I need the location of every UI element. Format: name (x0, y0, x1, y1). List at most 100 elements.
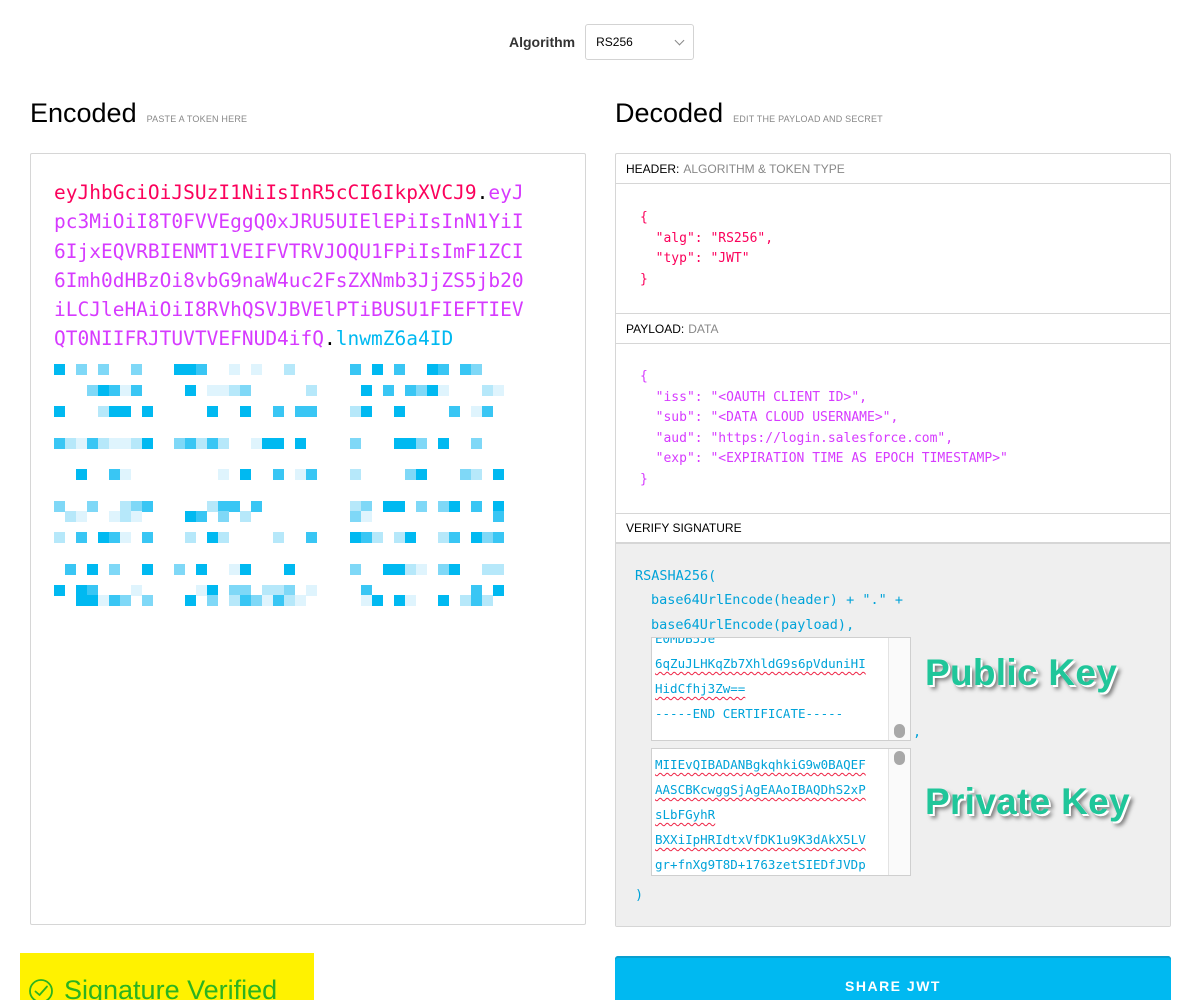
redaction-pixel (405, 595, 416, 606)
redaction-pixel (482, 595, 493, 606)
redaction-pixel (427, 385, 438, 396)
redaction-pixel (120, 501, 131, 512)
private-key-textarea[interactable]: MIIEvQIBADANBgkqhkiG9w0BAQEF AASCBKcwggS… (651, 748, 911, 876)
redaction-pixel (120, 595, 131, 606)
public-key-line: E0MDB5Je (655, 637, 716, 646)
payload-section-label: PAYLOAD: (626, 321, 685, 336)
redaction-pixel (394, 501, 405, 512)
token-dot: . (476, 181, 489, 204)
json-key: "exp" (655, 451, 695, 467)
public-key-scrollbar[interactable] (888, 638, 910, 740)
redaction-pixel (207, 406, 218, 417)
redaction-pixel (482, 532, 493, 543)
public-key-line: -----END CERTIFICATE----- (655, 706, 844, 721)
json-comma: , (765, 230, 774, 246)
redaction-pixel (240, 385, 251, 396)
payload-json-editor[interactable]: { "iss": "<OAUTH CLIENT ID>", "sub": "<D… (640, 367, 1008, 491)
redaction-pixel (207, 585, 218, 596)
redaction-pixel (87, 564, 98, 575)
algorithm-label: Algorithm (509, 34, 576, 50)
json-key: "alg" (655, 230, 695, 246)
redaction-pixel (185, 364, 196, 375)
redaction-pixel (493, 532, 504, 543)
redaction-pixel (120, 511, 131, 522)
private-key-scrollbar[interactable] (888, 749, 910, 875)
redaction-pixel (405, 532, 416, 543)
redaction-pixel (438, 364, 449, 375)
redaction-pixel (54, 438, 65, 449)
redaction-pixel (405, 469, 416, 480)
redaction-pixel (482, 385, 493, 396)
encoded-token-editor[interactable]: eyJhbGciOiJSUzI1NiIsInR5cCI6IkpXVCJ9.eyJ… (30, 153, 586, 925)
redaction-pixel (493, 585, 504, 596)
json-comma: , (890, 410, 899, 426)
redaction-pixel (482, 406, 493, 417)
redaction-pixel (142, 595, 153, 606)
redaction-pixel (405, 385, 416, 396)
redaction-pixel (76, 585, 87, 596)
redaction-pixel (471, 364, 482, 375)
redaction-pixel (471, 595, 482, 606)
encoded-token[interactable]: eyJhbGciOiJSUzI1NiIsInR5cCI6IkpXVCJ9.eyJ… (54, 178, 524, 354)
redaction-pixel (196, 438, 207, 449)
algorithm-selector: Algorithm RS256 (509, 24, 695, 60)
redaction-pixel (229, 564, 240, 575)
signature-status-text: Signature Verified (64, 975, 278, 1000)
redaction-pixel (350, 406, 361, 417)
redaction-pixel (229, 364, 240, 375)
scrollbar-thumb[interactable] (894, 724, 905, 738)
algorithm-selected-value: RS256 (596, 35, 633, 49)
redaction-pixel (65, 564, 76, 575)
redaction-pixel (120, 438, 131, 449)
redaction-pixel (109, 438, 120, 449)
verify-comma: , (913, 724, 922, 740)
redaction-pixel (394, 564, 405, 575)
header-json-editor[interactable]: { "alg": "RS256", "typ": "JWT"} (640, 208, 773, 290)
redaction-pixel (350, 501, 361, 512)
share-jwt-button[interactable]: SHARE JWT (615, 956, 1171, 1000)
token-header-part: eyJhbGciOiJSUzI1NiIsInR5cCI6IkpXVCJ9 (54, 181, 477, 204)
encoded-subtitle: PASTE A TOKEN HERE (146, 114, 248, 124)
decoded-title: Decoded (615, 98, 724, 128)
redaction-pixel (240, 511, 251, 522)
redaction-pixel (131, 511, 142, 522)
redaction-pixel (471, 585, 482, 596)
redaction-pixel (76, 438, 87, 449)
redaction-pixel (493, 469, 504, 480)
algorithm-dropdown[interactable]: RS256 (585, 24, 695, 60)
redaction-pixel (251, 438, 262, 449)
json-brace: { (640, 210, 648, 225)
redaction-pixel (218, 511, 229, 522)
redaction-pixel (76, 469, 87, 480)
redaction-pixel (196, 585, 207, 596)
json-separator: : (694, 430, 711, 446)
redaction-pixel (185, 511, 196, 522)
redaction-pixel (284, 364, 295, 375)
redaction-pixel (361, 595, 372, 606)
private-key-line: gr+fnXg9T8D+1763zetSIEDfJVDp (655, 857, 866, 872)
scrollbar-thumb[interactable] (894, 751, 905, 765)
chevron-down-icon (674, 35, 685, 45)
json-value: "https://login.salesforce.com" (710, 430, 946, 446)
token-signature-part: lnwmZ6a4ID (335, 327, 454, 351)
public-key-textarea[interactable]: E0MDB5Je 6qZuJLHKqZb7XhldG9s6pVduniHI Hi… (651, 637, 911, 741)
redaction-pixel (185, 595, 196, 606)
redaction-pixel (306, 406, 317, 417)
redaction-pixel (109, 469, 120, 480)
redaction-pixel (438, 385, 449, 396)
redaction-pixel (207, 438, 218, 449)
redaction-pixel (460, 595, 471, 606)
redaction-pixel (142, 564, 153, 575)
verify-line-header: base64UrlEncode(header) + "." + (651, 592, 903, 608)
json-value: "<EXPIRATION TIME AS EPOCH TIMESTAMP>" (710, 451, 1008, 467)
json-key: "sub" (655, 410, 695, 426)
redaction-pixel (87, 595, 98, 606)
redaction-pixel (471, 532, 482, 543)
redaction-pixel (438, 438, 449, 449)
redaction-pixel (306, 385, 317, 396)
redaction-pixel (229, 585, 240, 596)
redaction-pixel (109, 385, 120, 396)
redaction-pixel (54, 501, 65, 512)
redaction-pixel (251, 501, 262, 512)
redaction-pixel (109, 532, 120, 543)
